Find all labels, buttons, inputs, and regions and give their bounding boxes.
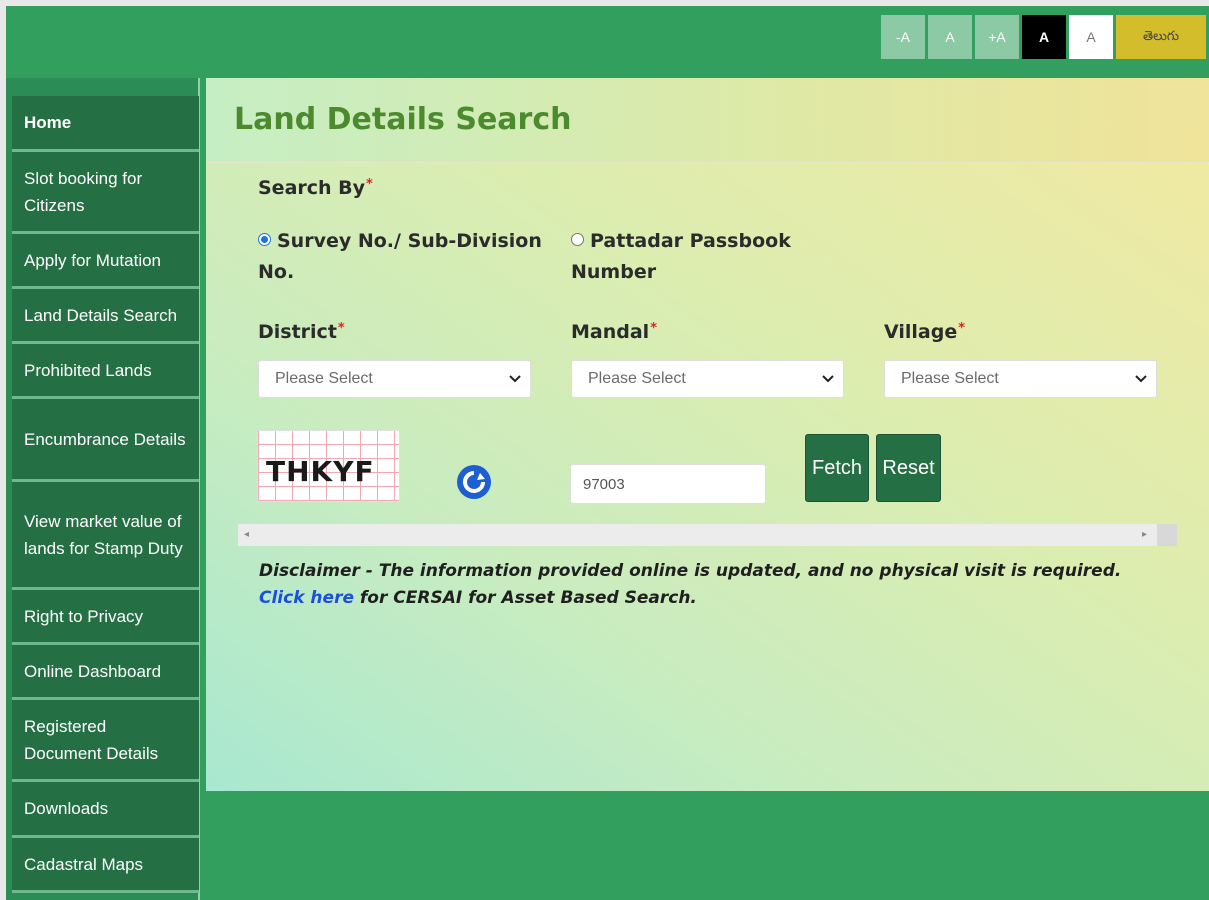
- radio-pattadar-option[interactable]: Pattadar Passbook Number: [571, 226, 811, 288]
- sidebar-item-right-to-privacy[interactable]: Right to Privacy: [12, 590, 199, 645]
- cersai-text: for CERSAI for Asset Based Search.: [353, 588, 697, 608]
- chevron-down-icon: [822, 375, 834, 383]
- district-label: District*: [258, 321, 345, 343]
- scrollbar-corner: [1157, 524, 1177, 546]
- radio-survey-label: Survey No./ Sub-Division No.: [258, 230, 542, 283]
- sidebar-item-slot-booking[interactable]: Slot booking for Citizens: [12, 152, 199, 234]
- chevron-down-icon: [1135, 375, 1147, 383]
- refresh-captcha-icon[interactable]: [456, 464, 492, 500]
- chevron-down-icon: [509, 375, 521, 383]
- captcha-input[interactable]: 97003: [570, 464, 766, 504]
- required-mark: *: [650, 321, 658, 336]
- sidebar-item-market-value[interactable]: View market value of lands for Stamp Dut…: [12, 482, 199, 590]
- sidebar-item-cadastral-maps[interactable]: Cadastral Maps: [12, 838, 199, 893]
- sidebar-item-encumbrance-details[interactable]: Encumbrance Details: [12, 399, 199, 482]
- reset-button[interactable]: Reset: [876, 434, 941, 502]
- disclaimer-text: Disclaimer - The information provided on…: [259, 561, 1122, 581]
- sidebar-item-online-dashboard[interactable]: Online Dashboard: [12, 645, 199, 700]
- horizontal-scrollbar[interactable]: ◂ ▸: [238, 524, 1177, 546]
- disclaimer-block: Disclaimer - The information provided on…: [259, 558, 1121, 612]
- village-label: Village*: [884, 321, 966, 343]
- click-here-link[interactable]: Click here: [259, 588, 354, 608]
- fetch-button[interactable]: Fetch: [805, 434, 869, 502]
- land-search-panel: Land Details Search Search By* Survey No…: [206, 78, 1209, 791]
- sidebar-item-apply-mutation[interactable]: Apply for Mutation: [12, 234, 199, 289]
- village-select[interactable]: Please Select: [884, 360, 1157, 398]
- font-size-controls: -A A +A A A తెలుగు: [881, 15, 1206, 59]
- search-by-label: Search By*: [258, 177, 373, 199]
- district-select[interactable]: Please Select: [258, 360, 531, 398]
- language-telugu-button[interactable]: తెలుగు: [1116, 15, 1206, 59]
- sidebar-item-downloads[interactable]: Downloads: [12, 782, 199, 838]
- scroll-left-icon[interactable]: ◂: [244, 529, 249, 540]
- captcha-image: THKYF: [257, 430, 400, 502]
- dark-theme-button[interactable]: A: [1022, 15, 1066, 59]
- sidebar-item-land-details-search[interactable]: Land Details Search: [12, 289, 199, 344]
- window-top-edge: [0, 0, 1209, 6]
- title-band: Land Details Search: [206, 78, 1209, 163]
- sidebar-item-registered-documents[interactable]: Registered Document Details: [12, 700, 199, 782]
- required-mark: *: [337, 321, 345, 336]
- radio-survey-button[interactable]: [258, 233, 271, 246]
- light-theme-button[interactable]: A: [1069, 15, 1113, 59]
- required-mark: *: [366, 177, 373, 192]
- font-normal-button[interactable]: A: [928, 15, 972, 59]
- sidebar-item-home[interactable]: Home: [12, 96, 199, 152]
- scroll-right-icon[interactable]: ▸: [1142, 529, 1147, 540]
- font-decrease-button[interactable]: -A: [881, 15, 925, 59]
- sidebar-item-prohibited-lands[interactable]: Prohibited Lands: [12, 344, 199, 399]
- radio-pattadar-label: Pattadar Passbook Number: [571, 230, 791, 283]
- font-increase-button[interactable]: +A: [975, 15, 1019, 59]
- required-mark: *: [958, 321, 966, 336]
- mandal-select[interactable]: Please Select: [571, 360, 844, 398]
- cersai-line: Click here for CERSAI for Asset Based Se…: [259, 585, 1121, 612]
- mandal-label: Mandal*: [571, 321, 658, 343]
- page-title: Land Details Search: [234, 102, 572, 137]
- captcha-text: THKYF: [266, 455, 375, 488]
- radio-survey-option[interactable]: Survey No./ Sub-Division No.: [258, 226, 548, 288]
- sidebar-nav: Home Slot booking for Citizens Apply for…: [6, 78, 200, 900]
- radio-pattadar-button[interactable]: [571, 233, 584, 246]
